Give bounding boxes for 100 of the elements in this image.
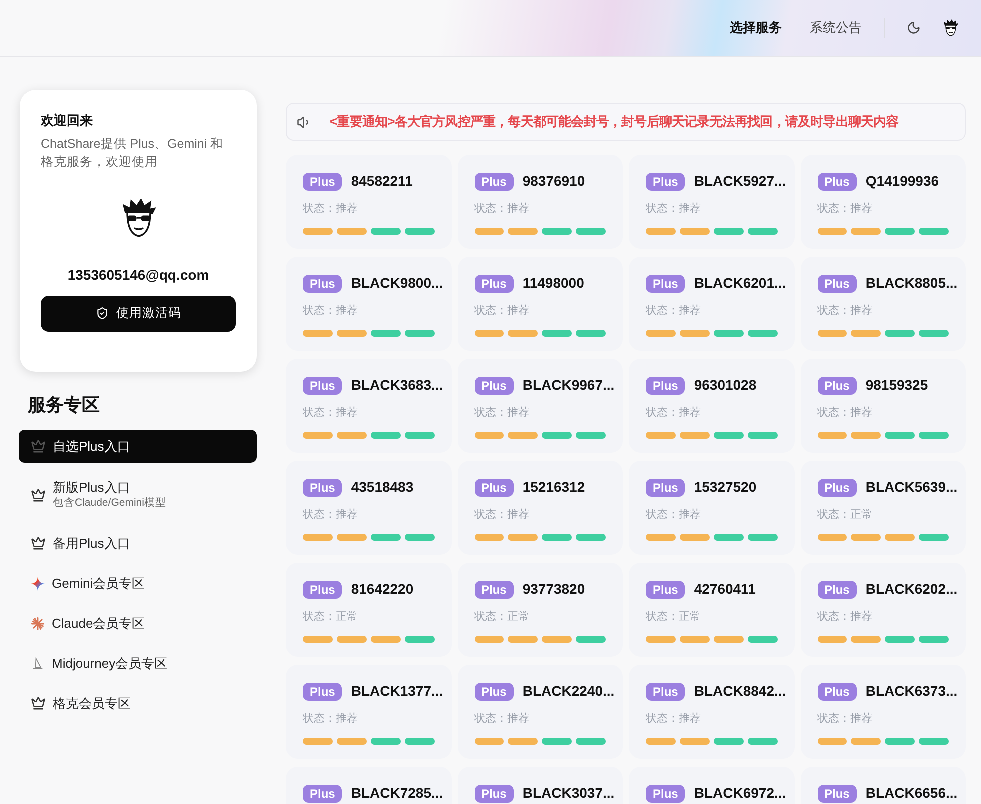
account-card[interactable]: Plus BLACK6656... [800,767,966,804]
account-name: BLACK9800... [351,274,444,293]
account-name: BLACK1377... [351,682,444,701]
account-card[interactable]: Plus 96301028 状态：推荐 [629,359,794,453]
service-menu-item[interactable]: 新版Plus入口 包含Claude/Gemini模型 [19,470,257,520]
account-card[interactable]: Plus 15216312 状态：推荐 [458,461,623,555]
activation-code-button[interactable]: 使用激活码 [41,296,236,332]
account-name: BLACK6202... [866,580,958,599]
plan-badge: Plus [818,274,857,292]
account-name: 98159325 [866,376,928,395]
status-text: 状态：推荐 [646,712,701,727]
account-name: Q14199936 [866,172,940,191]
account-card[interactable]: Plus 43518483 状态：推荐 [286,461,452,555]
status-text: 状态：推荐 [818,406,872,421]
account-name: BLACK6656... [866,784,958,803]
account-card[interactable]: Plus BLACK7285... [286,767,452,804]
service-menu-item[interactable]: Gemini会员专区 [19,567,257,600]
crown-icon [31,439,46,454]
account-card[interactable]: Plus Q14199936 状态：推荐 [800,155,966,249]
asterisk-icon [31,616,45,630]
account-card[interactable]: Plus 11498000 状态：推荐 [458,257,623,351]
status-text: 状态：正常 [818,508,872,523]
account-card[interactable]: Plus 42760411 状态：正常 [629,563,794,657]
status-text: 状态：推荐 [474,712,530,727]
account-card[interactable]: Plus 93773820 状态：正常 [458,563,623,657]
service-label: 自选Plus入口 [53,438,130,455]
service-label: 格克会员专区 [53,695,131,712]
plan-badge: Plus [474,682,514,700]
status-text: 状态：正常 [303,610,358,625]
service-label: 备用Plus入口 [53,535,130,552]
account-name: 81642220 [351,580,414,599]
plan-badge: Plus [474,478,514,496]
status-text: 状态：正常 [646,610,701,625]
account-name: BLACK3683... [351,376,444,395]
account-name: 11498000 [522,274,584,293]
account-name: BLACK3037... [522,784,615,803]
plan-badge: Plus [646,376,686,394]
plan-badge: Plus [818,580,857,598]
status-text: 状态：推荐 [646,202,701,217]
account-card[interactable]: Plus BLACK3683... 状态：推荐 [286,359,452,453]
account-card[interactable]: Plus BLACK5639... 状态：正常 [800,461,966,555]
service-menu-item[interactable]: Claude会员专区 [19,607,257,640]
plan-badge: Plus [303,784,342,802]
plan-badge: Plus [303,580,342,598]
status-text: 状态：正常 [474,610,530,625]
status-text: 状态：推荐 [303,406,358,421]
service-label: Midjourney会员专区 [52,655,168,672]
plan-badge: Plus [303,376,342,394]
plan-badge: Plus [646,682,686,700]
account-card[interactable]: Plus BLACK6201... 状态：推荐 [629,257,794,351]
sparkle-icon [31,576,45,590]
account-card[interactable]: Plus 98376910 状态：推荐 [458,155,623,249]
plan-badge: Plus [818,376,857,394]
service-menu-item[interactable]: 自选Plus入口 [19,430,257,463]
account-card[interactable]: Plus BLACK8842... 状态：推荐 [629,665,794,759]
account-card[interactable]: Plus BLACK6972... [629,767,794,804]
plan-badge: Plus [646,172,686,190]
account-card[interactable]: Plus BLACK1377... 状态：推荐 [286,665,452,759]
status-text: 状态：推荐 [303,202,358,217]
account-card[interactable]: Plus BLACK9967... 状态：推荐 [458,359,623,453]
avatar-icon [941,18,961,38]
account-card[interactable]: Plus 81642220 状态：正常 [286,563,452,657]
plan-badge: Plus [818,682,857,700]
crown-icon [31,488,46,502]
status-text: 状态：推荐 [474,202,530,217]
account-card[interactable]: Plus BLACK5927... 状态：推荐 [629,155,794,249]
status-text: 状态：推荐 [818,202,872,217]
shield-icon [96,307,108,320]
user-email: 1353605146@qq.com [68,266,210,285]
nav-link[interactable]: 选择服务 [730,18,782,38]
welcome-title: 欢迎回来 [41,112,93,130]
plan-badge: Plus [818,478,857,496]
dark-mode-icon[interactable] [907,21,921,35]
account-name: BLACK8805... [866,274,958,293]
account-card[interactable]: Plus 98159325 状态：推荐 [800,359,966,453]
crown-icon [31,696,46,711]
account-card[interactable]: Plus BLACK8805... 状态：推荐 [800,257,966,351]
status-text: 状态：推荐 [303,712,358,727]
account-card[interactable]: Plus BLACK3037... [458,767,623,804]
account-name: BLACK6373... [866,682,958,701]
account-card[interactable]: Plus BLACK2240... 状态：推荐 [458,665,623,759]
account-card[interactable]: Plus 84582211 状态：推荐 [286,155,452,249]
account-card[interactable]: Plus BLACK9800... 状态：推荐 [286,257,452,351]
plan-badge: Plus [646,274,686,292]
account-card[interactable]: Plus 15327520 状态：推荐 [629,461,794,555]
section-title: 服务专区 [28,394,100,417]
welcome-description: ChatShare提供 Plus、Gemini 和格克服务，欢迎使用 [41,136,225,170]
service-menu-item[interactable]: Midjourney会员专区 [19,647,257,680]
status-text: 状态：推荐 [474,406,530,421]
account-card[interactable]: Plus BLACK6202... 状态：推荐 [800,563,966,657]
service-menu-item[interactable]: 格克会员专区 [19,687,257,720]
nav-link[interactable]: 系统公告 [810,18,862,38]
status-text: 状态：推荐 [474,304,530,319]
plan-badge: Plus [818,172,857,190]
account-card[interactable]: Plus BLACK6373... 状态：推荐 [800,665,966,759]
account-name: 93773820 [522,580,586,599]
status-text: 状态：推荐 [646,508,701,523]
crown-icon [31,536,46,551]
status-text: 状态：推荐 [646,406,701,421]
service-menu-item[interactable]: 备用Plus入口 [19,527,257,560]
